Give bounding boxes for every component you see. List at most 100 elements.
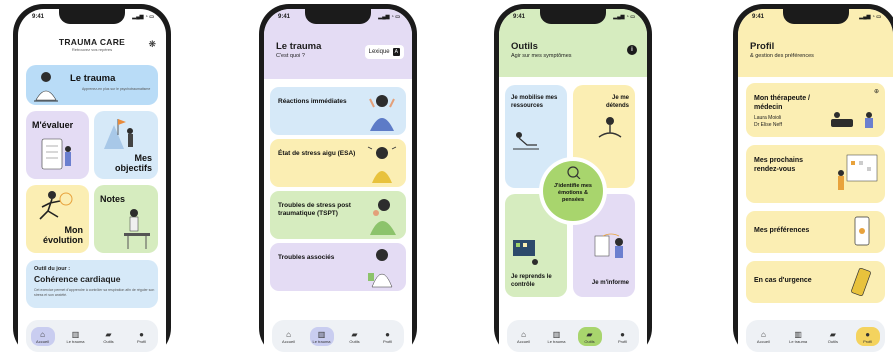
tool-of-day-card[interactable]: Outil du jour : Cohérence cardiaque Cet … — [26, 260, 158, 308]
page-subtitle: & gestion des préférences — [750, 53, 814, 59]
tab-tools[interactable]: ▰ Outils — [343, 327, 367, 346]
person-icon: ● — [620, 329, 625, 339]
status-time: 9:41 — [32, 14, 45, 20]
notch — [305, 9, 371, 24]
home-icon: ⌂ — [760, 329, 766, 339]
home-icon: ⌂ — [521, 329, 526, 339]
tab-trauma[interactable]: ▥ Le trauma — [786, 327, 810, 346]
appointments-title: Mes prochains rendez-vous — [754, 157, 804, 173]
tab-trauma-label: Le trauma — [789, 338, 808, 344]
profile-screen: 9:41 ▂▄▆ ◔ ▭ Profil & gestion des préfér… — [738, 9, 893, 358]
tab-bar: ⌂ Accueil ▥ Le trauma ▰ Outils ● Profil — [507, 320, 639, 352]
phone-trauma: 9:41 ▂▄▆ ◔ ▭ Le trauma C'est quoi ? Lexi… — [259, 4, 417, 358]
tab-tools[interactable]: ▰ Outils — [821, 327, 845, 346]
dictionary-icon: A — [392, 48, 400, 56]
folder-icon: ▰ — [351, 329, 358, 339]
tab-bar: ⌂ Accueil ▥ Le trauma ▰ Outils ● Profil — [746, 320, 885, 352]
tab-trauma[interactable]: ▥ Le trauma — [545, 327, 569, 346]
meditating-person-illustration — [34, 72, 58, 102]
row-associated-disorders-label: Troubles associés — [278, 254, 335, 261]
tool-of-day-title: Cohérence cardiaque — [34, 274, 121, 284]
tab-trauma[interactable]: ▥ Le trauma — [64, 327, 88, 346]
book-icon: ▥ — [317, 329, 326, 339]
tab-profile-label: Profil — [863, 338, 873, 344]
page-subtitle: Agir sur mes symptômes — [511, 53, 572, 59]
card-therapist[interactable]: Mon thérapeute / médecin Laura Moioli Dr… — [746, 83, 885, 137]
card-preferences[interactable]: Mes préférences — [746, 211, 885, 253]
tab-profile-label: Profil — [617, 338, 628, 344]
card-appointments[interactable]: Mes prochains rendez-vous — [746, 145, 885, 203]
tab-profile-label: Profil — [136, 338, 147, 344]
tab-profile[interactable]: ● Profil — [611, 327, 635, 346]
status-time: 9:41 — [513, 14, 526, 20]
magnifier-person-illustration — [567, 166, 581, 179]
phone-profile: 9:41 ▂▄▆ ◔ ▭ Profil & gestion des préfér… — [733, 4, 893, 358]
brand-title: TRAUMA CARE — [58, 37, 126, 47]
stressed-person-illustration — [367, 146, 397, 183]
tab-tools[interactable]: ▰ Outils — [97, 327, 121, 346]
tab-home-label: Accueil — [36, 338, 49, 344]
tab-profile-label: Profil — [382, 338, 393, 344]
tab-home-label: Accueil — [282, 338, 295, 344]
phone-tools: 9:41 ▂▄▆ ◔ ▭ Outils Agir sur mes symptôm… — [494, 4, 652, 358]
preferences-title: Mes préférences — [754, 227, 810, 234]
notch — [540, 9, 606, 24]
book-icon: ▥ — [71, 329, 80, 339]
row-ptsd[interactable]: Troubles de stress post traumatique (TSP… — [270, 191, 406, 239]
tab-home[interactable]: ⌂ Accueil — [277, 327, 301, 346]
trauma-card[interactable]: Le trauma Apprenez-en plus sur le psycho… — [26, 65, 158, 105]
page-title: Outils — [511, 41, 538, 52]
tab-home[interactable]: ⌂ Accueil — [512, 327, 536, 346]
evolution-title: Mon évolution — [43, 225, 83, 245]
row-ptsd-label: Troubles de stress post traumatique (TSP… — [278, 202, 351, 217]
card-emergency[interactable]: En cas d'urgence — [746, 261, 885, 303]
lexicon-button[interactable]: Lexique A — [364, 45, 404, 59]
tab-profile[interactable]: ● Profil — [376, 327, 400, 346]
evolution-card[interactable]: Mon évolution — [26, 185, 89, 253]
notes-title: Notes — [100, 194, 126, 204]
notch — [782, 9, 849, 24]
card-relax-label: Je me détends — [605, 95, 629, 109]
row-acute-stress[interactable]: État de stress aigu (ESA) — [270, 139, 406, 187]
tab-trauma[interactable]: ▥ Le trauma — [309, 326, 334, 346]
writing-person-illustration — [124, 209, 150, 249]
signal-battery-icon: ▂▄▆ ◔ ▭ — [132, 14, 154, 20]
page-title: Le trauma — [276, 41, 322, 52]
tab-home[interactable]: ⌂ Accueil — [30, 326, 55, 346]
running-person-illustration — [39, 191, 73, 220]
tab-home[interactable]: ⌂ Accueil — [751, 327, 775, 346]
workout-person-illustration — [513, 132, 539, 150]
person-icon: ● — [385, 329, 390, 339]
tab-trauma-label: Le trauma — [312, 338, 331, 344]
info-icon[interactable]: i — [627, 45, 637, 55]
evaluate-card[interactable]: M'évaluer — [26, 111, 89, 179]
objectives-card[interactable]: Mes objectifs — [94, 111, 158, 179]
tab-tools-label: Outils — [584, 338, 595, 344]
book-icon: ▥ — [552, 329, 561, 339]
tab-profile[interactable]: ● Profil — [130, 327, 154, 346]
trauma-card-title: Le trauma — [70, 73, 116, 84]
row-acute-stress-label: État de stress aigu (ESA) — [278, 150, 356, 157]
tab-home-label: Accueil — [517, 338, 530, 344]
notes-card[interactable]: Notes — [94, 185, 158, 253]
row-immediate-reactions[interactable]: Réactions immédiates — [270, 87, 406, 135]
status-time: 9:41 — [278, 14, 291, 20]
add-icon[interactable]: ⊕ — [874, 88, 879, 95]
yoga-person-illustration — [598, 117, 622, 138]
signal-battery-icon: ▂▄▆ ◔ ▭ — [859, 14, 881, 20]
home-icon: ⌂ — [286, 329, 291, 339]
tab-bar: ⌂ Accueil ▥ Le trauma ▰ Outils ● Profil — [272, 320, 404, 352]
tab-trauma-label: Le trauma — [547, 338, 566, 344]
brain-icon[interactable]: ❋ — [148, 39, 156, 50]
control-panel-illustration — [513, 240, 538, 265]
tab-tools-label: Outils — [103, 338, 114, 344]
tab-profile[interactable]: ● Profil — [855, 326, 880, 346]
row-associated-disorders[interactable]: Troubles associés — [270, 243, 406, 291]
card-emotions[interactable]: J'identifie mes émotions & pensées — [543, 161, 603, 221]
folder-icon: ▰ — [105, 329, 112, 339]
card-control-label: Je reprends le contrôle — [511, 274, 552, 288]
objectives-title: Mes objectifs — [114, 153, 152, 173]
notch — [59, 9, 125, 24]
tab-trauma-label: Le trauma — [66, 338, 85, 344]
tab-tools[interactable]: ▰ Outils — [577, 326, 602, 346]
